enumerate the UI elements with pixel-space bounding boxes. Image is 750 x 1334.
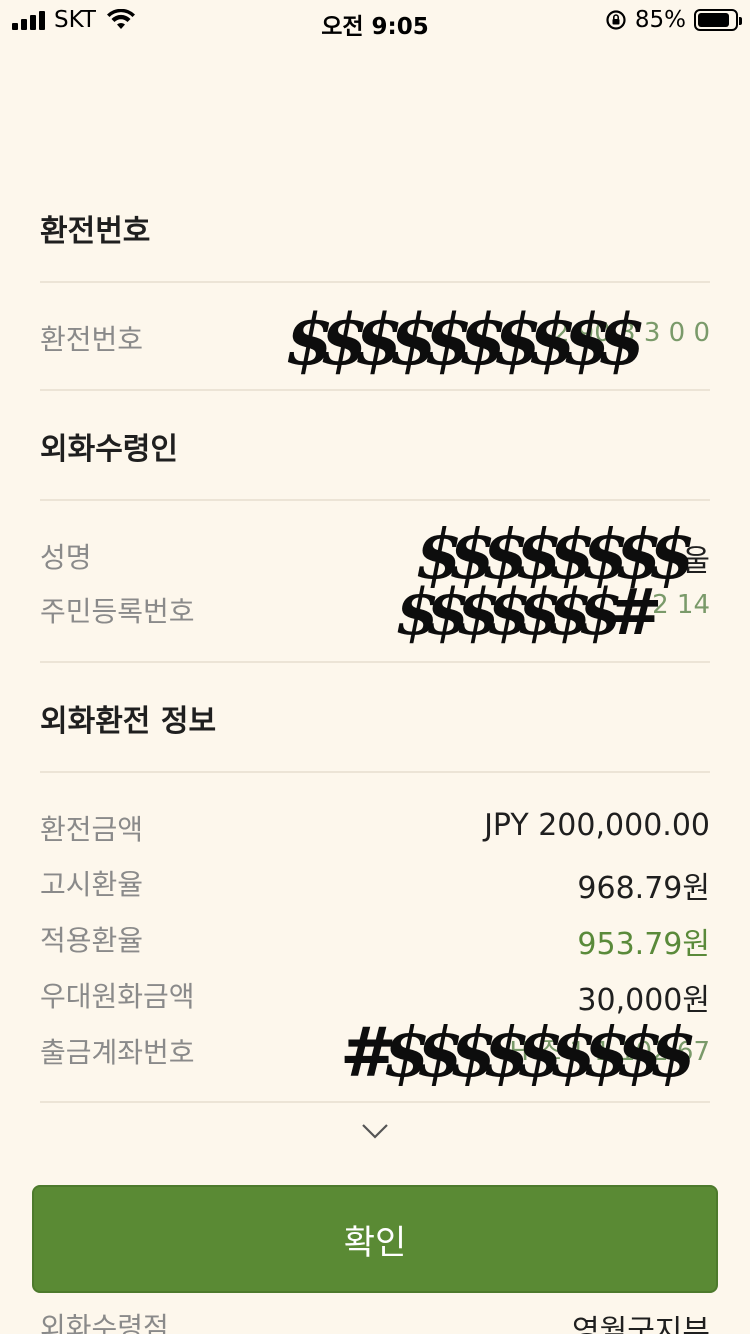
divider: [40, 281, 710, 283]
row-label: 환전번호: [40, 323, 144, 356]
redaction-mark: $$$$$$$$$$: [285, 298, 646, 381]
divider: [40, 661, 710, 663]
rotation-lock-icon: [606, 10, 626, 30]
row-value: 울: [682, 544, 710, 579]
divider: [40, 499, 710, 501]
redaction-mark: #$$$$$$$$$: [340, 1013, 697, 1093]
section-title-recipient: 외화수령인: [40, 432, 178, 467]
status-right: 85%: [605, 7, 742, 33]
row-label: 적용환율: [40, 924, 144, 957]
row-value: 953.79원: [577, 927, 710, 962]
section-title-exchange-info: 외화환전 정보: [40, 704, 217, 739]
row-label: 외화수령점: [40, 1311, 169, 1334]
row-exchange-amount: 환전금액 JPY 200,000.00: [40, 808, 710, 852]
row-label: 성명: [40, 541, 92, 574]
row-notice-rate: 고시환율 968.79원: [40, 863, 710, 907]
divider: [40, 1101, 710, 1103]
section-title-exchange-number: 환전번호: [40, 214, 151, 249]
battery-cap: [739, 17, 742, 25]
row-label: 환전금액: [40, 813, 144, 846]
battery-icon: [694, 9, 742, 31]
row-label: 고시환율: [40, 868, 144, 901]
chevron-down-icon[interactable]: [361, 1122, 389, 1140]
row-label: 우대원화금액: [40, 980, 195, 1013]
status-bar: SKT 오전 9:05 85%: [0, 0, 750, 40]
row-label: 출금계좌번호: [40, 1036, 195, 1069]
battery-fill: [698, 13, 729, 27]
row-value: 영월군지부: [572, 1314, 710, 1334]
row-value: JPY 200,000.00: [484, 808, 710, 843]
row-receiving-branch: 외화수령점 영월군지부: [40, 1306, 710, 1334]
battery-percent: 85%: [634, 7, 686, 33]
confirm-button[interactable]: 확인: [32, 1185, 718, 1293]
page: SKT 오전 9:05 85% 환전번호 환전번호 2 90 3 3 0 0 $…: [0, 0, 750, 1334]
divider: [40, 389, 710, 391]
row-value: 968.79원: [577, 871, 710, 906]
row-applied-rate: 적용환율 953.79원: [40, 919, 710, 963]
row-label: 주민등록번호: [40, 595, 195, 628]
divider: [40, 771, 710, 773]
redaction-mark: $$$$$$$#: [395, 575, 662, 650]
